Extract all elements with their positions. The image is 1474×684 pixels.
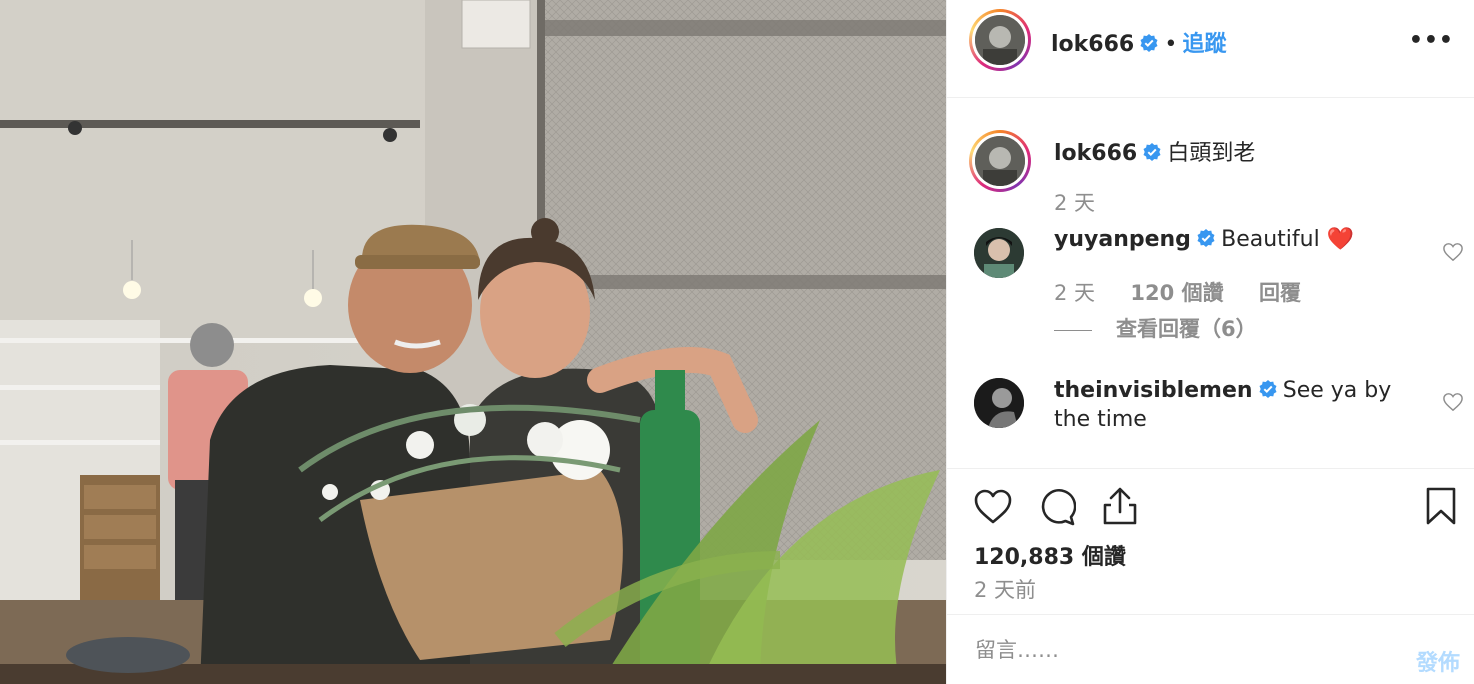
more-options-icon[interactable]: ••• bbox=[1409, 28, 1454, 53]
heart-icon[interactable] bbox=[973, 488, 1013, 526]
caption: lok666 白頭到老 bbox=[1054, 135, 1255, 167]
instagram-post-modal: lok666 • 追蹤 ••• lok666 白頭到老 2 天 yuyanpen… bbox=[0, 0, 1474, 684]
comment-username[interactable]: theinvisiblemen bbox=[1054, 378, 1253, 403]
comment-likes[interactable]: 120 個讚 bbox=[1130, 281, 1223, 305]
comment-text: See ya by bbox=[1282, 378, 1392, 403]
caption-username[interactable]: lok666 bbox=[1054, 141, 1137, 166]
small-heart-icon[interactable] bbox=[1442, 392, 1464, 412]
share-icon[interactable] bbox=[1102, 486, 1138, 526]
comment-input[interactable] bbox=[973, 633, 1377, 667]
add-comment-bar: 發佈 bbox=[947, 614, 1474, 684]
caption-time: 2 天 bbox=[1054, 191, 1096, 215]
verified-badge-icon bbox=[1140, 34, 1158, 52]
view-replies-label: 查看回覆（6） bbox=[1116, 317, 1257, 341]
small-heart-icon[interactable] bbox=[1442, 242, 1464, 262]
verified-badge-icon bbox=[1197, 229, 1215, 247]
comment-username[interactable]: yuyanpeng bbox=[1054, 227, 1191, 252]
follow-button[interactable]: 追蹤 bbox=[1182, 32, 1226, 57]
likes-count[interactable]: 120,883 個讚 bbox=[974, 539, 1126, 571]
replies-line bbox=[1054, 329, 1092, 331]
author-username[interactable]: lok666 bbox=[1051, 32, 1134, 57]
post-side-panel: lok666 • 追蹤 ••• lok666 白頭到老 2 天 yuyanpen… bbox=[946, 0, 1474, 684]
caption-author-avatar[interactable] bbox=[969, 130, 1031, 192]
post-comment-button[interactable]: 發佈 bbox=[1416, 645, 1460, 677]
post-time[interactable]: 2 天前 bbox=[974, 574, 1036, 604]
post-photo[interactable] bbox=[0, 0, 946, 684]
caption-text: 白頭到老 bbox=[1167, 141, 1256, 166]
comment-text: Beautiful ❤️ bbox=[1221, 227, 1355, 252]
header-separator: • bbox=[1164, 32, 1178, 57]
verified-badge-icon bbox=[1259, 380, 1277, 398]
comment-icon[interactable] bbox=[1038, 488, 1076, 526]
comments-list[interactable]: lok666 白頭到老 2 天 yuyanpeng Beautiful ❤️ 2… bbox=[947, 99, 1474, 469]
view-replies-button[interactable]: 查看回覆（6） bbox=[1054, 313, 1257, 343]
commenter-avatar[interactable] bbox=[974, 378, 1024, 428]
commenter-avatar[interactable] bbox=[974, 228, 1024, 278]
author-avatar[interactable] bbox=[969, 9, 1031, 71]
reply-button[interactable]: 回覆 bbox=[1259, 281, 1301, 305]
post-header: lok666 • 追蹤 ••• bbox=[947, 0, 1474, 98]
comment-time: 2 天 bbox=[1054, 281, 1096, 305]
bookmark-icon[interactable] bbox=[1425, 486, 1457, 526]
comment-text-continued: the time bbox=[1054, 407, 1147, 432]
verified-badge-icon bbox=[1143, 143, 1161, 161]
photo-illustration bbox=[0, 0, 946, 684]
